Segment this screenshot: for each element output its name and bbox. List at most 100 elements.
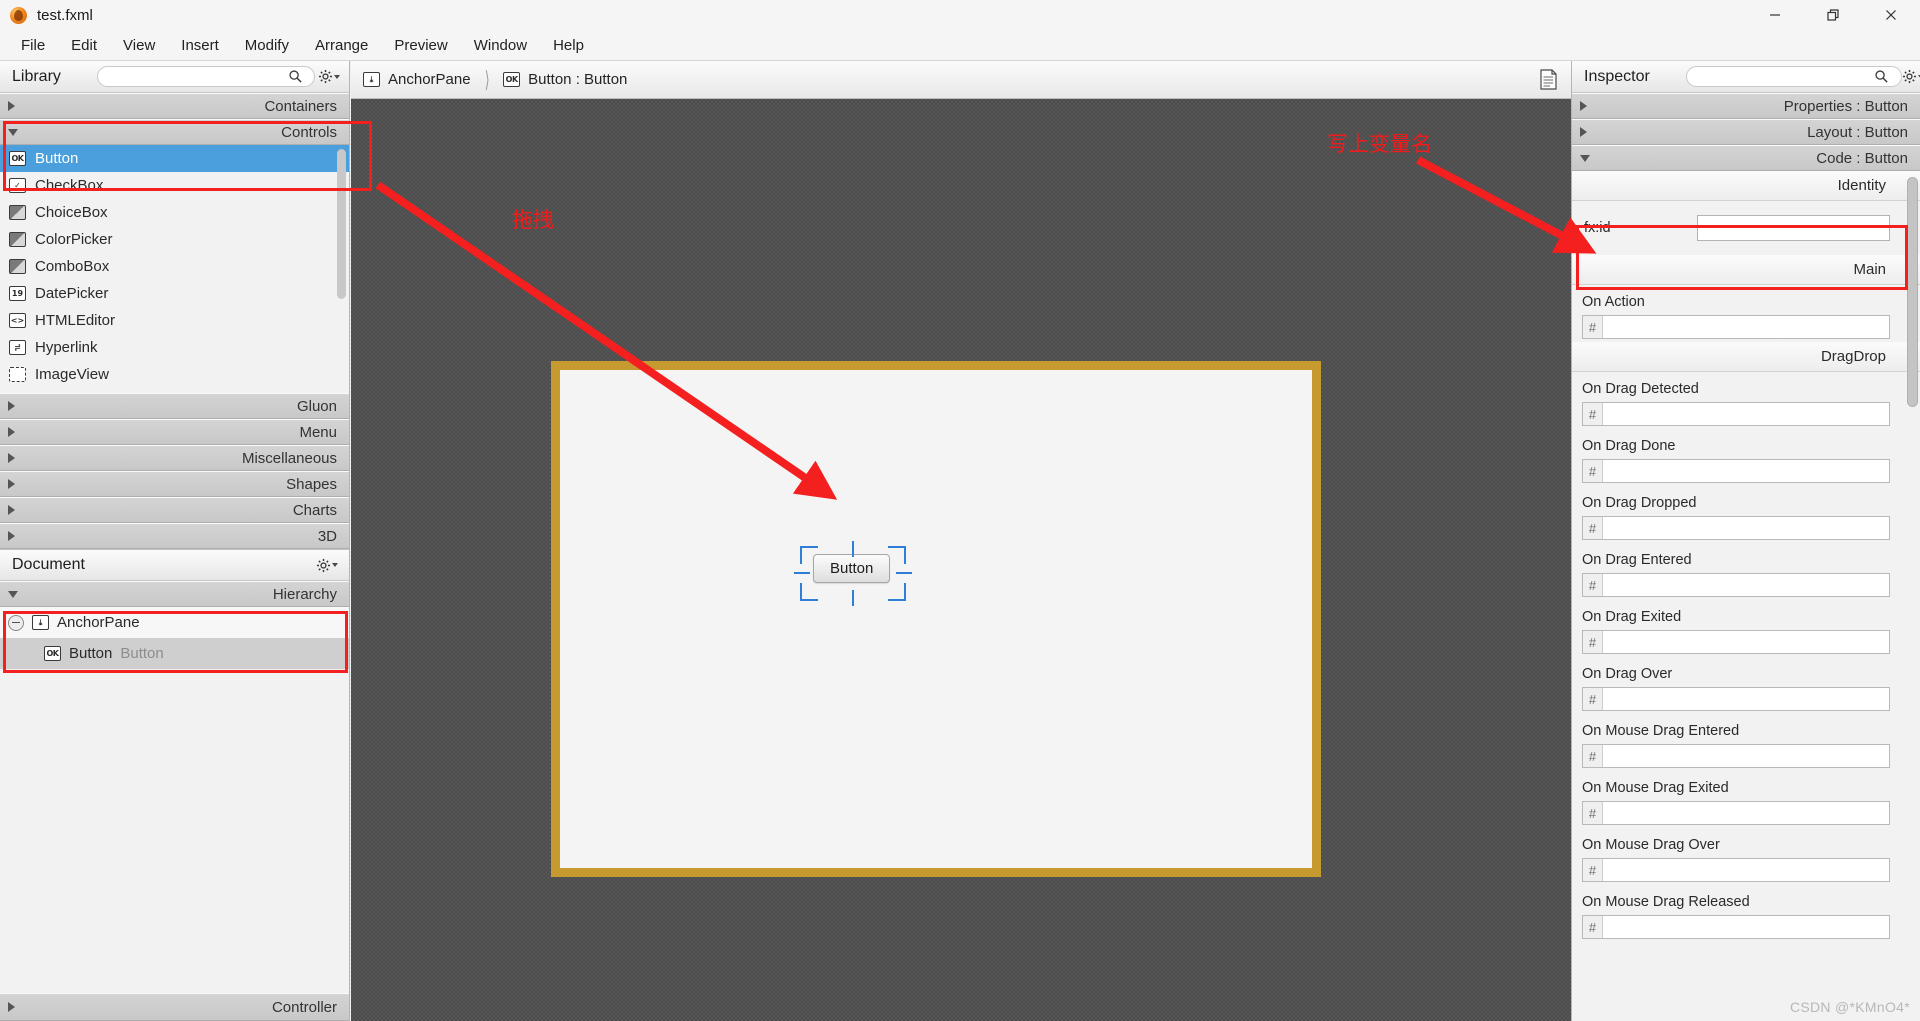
prop-input[interactable] [1603,460,1889,482]
document-icon[interactable] [1535,67,1561,93]
prop-field[interactable]: # [1582,516,1890,540]
library-section-miscellaneous[interactable]: Miscellaneous [0,445,349,471]
prop-field[interactable]: # [1582,402,1890,426]
menu-edit[interactable]: Edit [58,33,110,58]
prop-input[interactable] [1603,745,1889,767]
window-controls [1746,0,1920,30]
prop-input[interactable] [1603,916,1889,938]
canvas-button[interactable]: Button [813,554,891,583]
document-section-hierarchy[interactable]: Hierarchy [0,581,349,607]
prop-input[interactable] [1603,517,1889,539]
prop-input[interactable] [1603,403,1889,425]
menu-view[interactable]: View [110,33,168,58]
prop-field[interactable]: # [1582,573,1890,597]
chevron-right-icon [1580,127,1587,137]
library-search[interactable] [96,66,315,88]
document-title: Document [12,556,85,573]
inspector-group-code[interactable]: Code : Button [1572,145,1920,171]
prop-field[interactable]: # [1582,630,1890,654]
library-item-datepicker[interactable]: 19 DatePicker [0,280,349,307]
library-section-menu[interactable]: Menu [0,419,349,445]
choicebox-icon [9,205,26,220]
library-section-label: Containers [264,97,337,115]
document-section-controller[interactable]: Controller [0,993,349,1021]
library-item-htmleditor[interactable]: <> HTMLEditor [0,307,349,334]
tree-row-button[interactable]: OK Button Button [0,638,349,669]
inspector-search-input[interactable] [1694,69,1871,84]
tree-row-anchorpane[interactable]: ⤓ AnchorPane [0,607,349,638]
prop-input[interactable] [1603,631,1889,653]
anchorpane-stage[interactable]: Button [551,361,1321,877]
menu-window[interactable]: Window [461,33,540,58]
library-search-input[interactable] [105,69,284,84]
library-scrollbar[interactable] [337,149,346,299]
prop-input[interactable] [1603,688,1889,710]
prop-on-drag-over: On Drag Over # [1582,657,1890,714]
prop-input[interactable] [1603,859,1889,881]
breadcrumb: ⤓ AnchorPane ⟩ OK Button : Button [351,61,1571,99]
prop-input[interactable] [1603,316,1889,338]
chevron-down-icon [1580,154,1590,162]
breadcrumb-item-button[interactable]: OK Button : Button [503,71,627,88]
library-section-3d[interactable]: 3D [0,523,349,549]
restore-button[interactable] [1804,0,1862,30]
prop-input[interactable] [1603,802,1889,824]
menu-file[interactable]: File [8,33,58,58]
library-header: Library [0,61,349,93]
hyperlink-icon: ≓ [9,340,26,355]
library-item-imageview[interactable]: ImageView [0,361,349,388]
inspector-gear-button[interactable] [1902,66,1920,88]
minimize-button[interactable] [1746,0,1804,30]
collapse-toggle-icon[interactable] [8,614,24,631]
design-canvas[interactable]: Button [351,99,1571,1021]
prop-field[interactable]: # [1582,459,1890,483]
document-header: Document [0,549,349,581]
prop-field[interactable]: # [1582,744,1890,768]
library-section-gluon[interactable]: Gluon [0,393,349,419]
hash-icon: # [1583,631,1603,653]
menu-modify[interactable]: Modify [232,33,302,58]
chevron-down-icon [332,563,338,567]
prop-field[interactable]: # [1582,687,1890,711]
library-section-controls[interactable]: Controls [0,119,349,145]
hash-icon: # [1583,460,1603,482]
breadcrumb-item-anchorpane[interactable]: ⤓ AnchorPane [363,71,471,88]
prop-field[interactable]: # [1582,801,1890,825]
library-item-combobox[interactable]: ComboBox [0,253,349,280]
controller-label: Controller [271,998,337,1016]
library-section-shapes[interactable]: Shapes [0,471,349,497]
library-item-choicebox[interactable]: ChoiceBox [0,199,349,226]
menu-arrange[interactable]: Arrange [302,33,381,58]
library-item-checkbox[interactable]: ✓ CheckBox [0,172,349,199]
inspector-group-label: Properties : Button [1783,97,1908,115]
library-item-button[interactable]: OK Button [0,145,349,172]
search-icon [284,66,306,88]
menu-preview[interactable]: Preview [381,33,460,58]
document-gear-button[interactable] [313,554,341,576]
chevron-right-icon [8,1002,15,1012]
library-gear-button[interactable] [315,66,343,88]
prop-input[interactable] [1603,574,1889,596]
inspector-group-properties[interactable]: Properties : Button [1572,93,1920,119]
inspector-group-label: Layout : Button [1807,123,1908,141]
prop-label: On Mouse Drag Entered [1582,723,1740,739]
ok-icon: OK [9,151,26,166]
library-item-colorpicker[interactable]: ColorPicker [0,226,349,253]
menu-insert[interactable]: Insert [168,33,232,58]
close-button[interactable] [1862,0,1920,30]
inspector-search[interactable] [1685,66,1902,87]
dragdrop-properties: On Drag Detected # On Drag Done # On Dra… [1572,372,1920,942]
inspector-scrollbar[interactable] [1907,177,1918,407]
prop-field[interactable]: # [1582,858,1890,882]
library-section-containers[interactable]: Containers [0,93,349,119]
combobox-icon [9,259,26,274]
menu-help[interactable]: Help [540,33,597,58]
inspector-group-layout[interactable]: Layout : Button [1572,119,1920,145]
library-item-hyperlink[interactable]: ≓ Hyperlink [0,334,349,361]
prop-field[interactable]: # [1582,315,1890,339]
library-section-charts[interactable]: Charts [0,497,349,523]
prop-field[interactable]: # [1582,915,1890,939]
colorpicker-icon [9,232,26,247]
anchorpane-icon: ⤓ [363,72,380,87]
fxid-input[interactable] [1697,215,1890,241]
